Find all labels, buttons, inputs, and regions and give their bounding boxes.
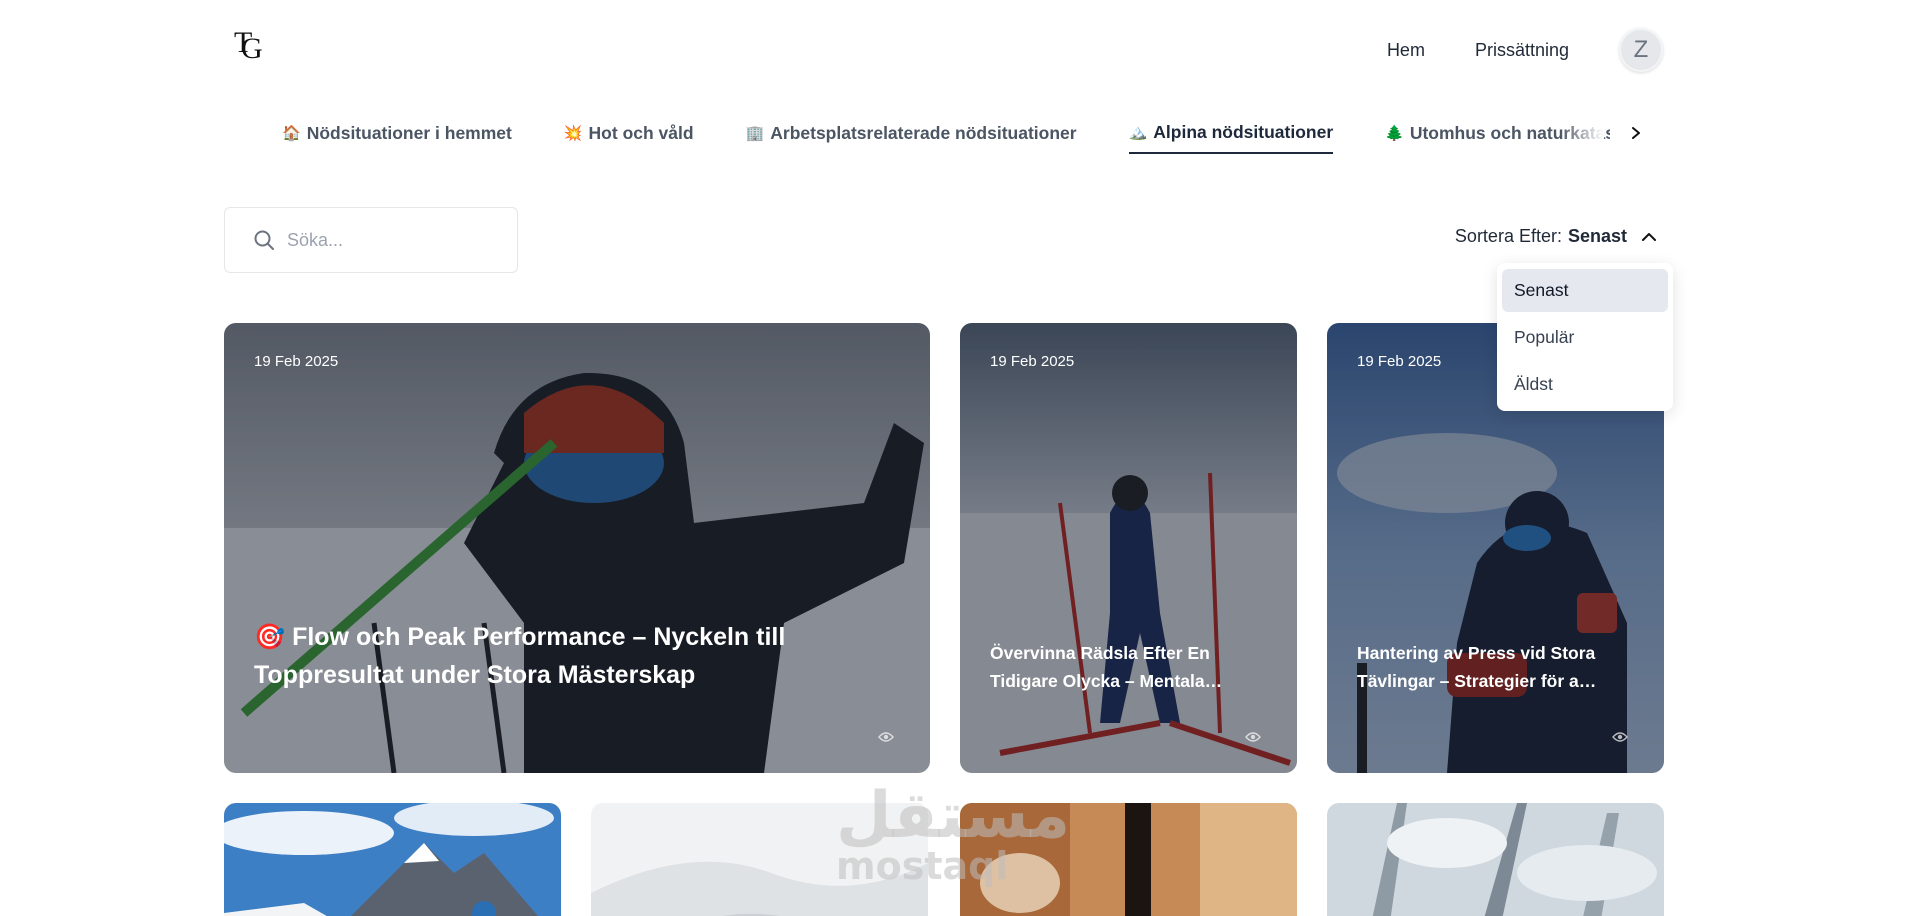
eye-icon xyxy=(878,732,894,742)
watermark: مستقل mostaql xyxy=(836,779,1071,886)
tab-label: Hot och våld xyxy=(588,122,694,143)
article-card[interactable] xyxy=(224,803,561,916)
sort-toggle[interactable]: Sortera Efter: Senast xyxy=(1455,226,1657,247)
sort-option-oldest[interactable]: Äldst xyxy=(1502,363,1668,406)
tab-threats-violence[interactable]: 💥 Hot och våld xyxy=(564,112,694,154)
explosion-icon: 💥 xyxy=(563,125,583,142)
tab-label: Alpina nödsituationer xyxy=(1153,121,1334,142)
nav-link-pricing[interactable]: Prissättning xyxy=(1475,31,1569,69)
mountain-photo-image xyxy=(224,803,561,916)
search-input[interactable] xyxy=(287,229,507,251)
logo[interactable]: T G xyxy=(232,22,272,65)
article-title: Övervinna Rädsla Efter En Tidigare Olyck… xyxy=(990,643,1210,691)
logo-mark-icon: T G xyxy=(234,26,263,65)
tabs-scroll-right-button[interactable] xyxy=(1618,114,1654,152)
office-building-icon: 🏢 xyxy=(745,125,765,142)
article-date: 19 Feb 2025 xyxy=(1357,353,1442,370)
article-card[interactable]: 19 Feb 2025 Övervinna Rädsla Efter En Ti… xyxy=(960,323,1297,773)
top-nav: Hem Prissättning Z xyxy=(1387,28,1663,72)
svg-text:G: G xyxy=(241,32,263,62)
tab-label: Nödsituationer i hemmet xyxy=(306,122,512,143)
article-date: 19 Feb 2025 xyxy=(990,353,1075,370)
sort-dropdown: Senast Populär Äldst xyxy=(1497,263,1673,411)
image-overlay xyxy=(224,323,930,773)
snowy-forest-photo-image xyxy=(1327,803,1664,916)
chevron-right-icon xyxy=(1632,127,1640,139)
tab-alpine-emergencies[interactable]: 🏔️ Alpina nödsituationer xyxy=(1128,112,1334,154)
tab-home-emergencies[interactable]: 🏠 Nödsituationer i hemmet xyxy=(282,112,512,154)
nav-link-home[interactable]: Hem xyxy=(1387,31,1425,69)
watermark-arabic: مستقل xyxy=(836,779,1071,853)
sort-label: Sortera Efter: xyxy=(1454,226,1562,246)
sort-option-latest[interactable]: Senast xyxy=(1502,269,1668,312)
tree-icon: 🌲 xyxy=(1385,125,1404,142)
search-box[interactable] xyxy=(224,207,518,273)
tab-workplace-emergencies[interactable]: 🏢 Arbetsplatsrelaterade nödsituationer xyxy=(746,112,1077,154)
image-overlay xyxy=(960,323,1297,773)
eye-icon xyxy=(1245,732,1261,742)
article-card[interactable] xyxy=(1327,803,1664,916)
article-title: Hantering av Press vid Stora Tävlingar –… xyxy=(1357,643,1596,691)
search-icon xyxy=(254,230,274,250)
mountain-icon: 🏔️ xyxy=(1128,124,1148,141)
sort-value: Senast xyxy=(1567,226,1627,246)
tabs-fade xyxy=(1560,112,1604,156)
sort-option-popular[interactable]: Populär xyxy=(1502,316,1668,359)
category-tabs: 🏠 Nödsituationer i hemmet 💥 Hot och våld… xyxy=(282,112,1610,158)
article-date: 19 Feb 2025 xyxy=(254,353,339,370)
user-avatar[interactable]: Z xyxy=(1619,28,1663,72)
house-icon: 🏠 xyxy=(282,125,301,142)
article-card-featured[interactable]: 19 Feb 2025 🎯 Flow och Peak Performance … xyxy=(224,323,930,773)
eye-icon xyxy=(1612,732,1628,742)
tab-label: Arbetsplatsrelaterade nödsituationer xyxy=(770,122,1077,143)
chevron-up-icon xyxy=(1642,232,1656,241)
article-title: 🎯 Flow och Peak Performance – Nyckeln ti… xyxy=(254,623,786,689)
